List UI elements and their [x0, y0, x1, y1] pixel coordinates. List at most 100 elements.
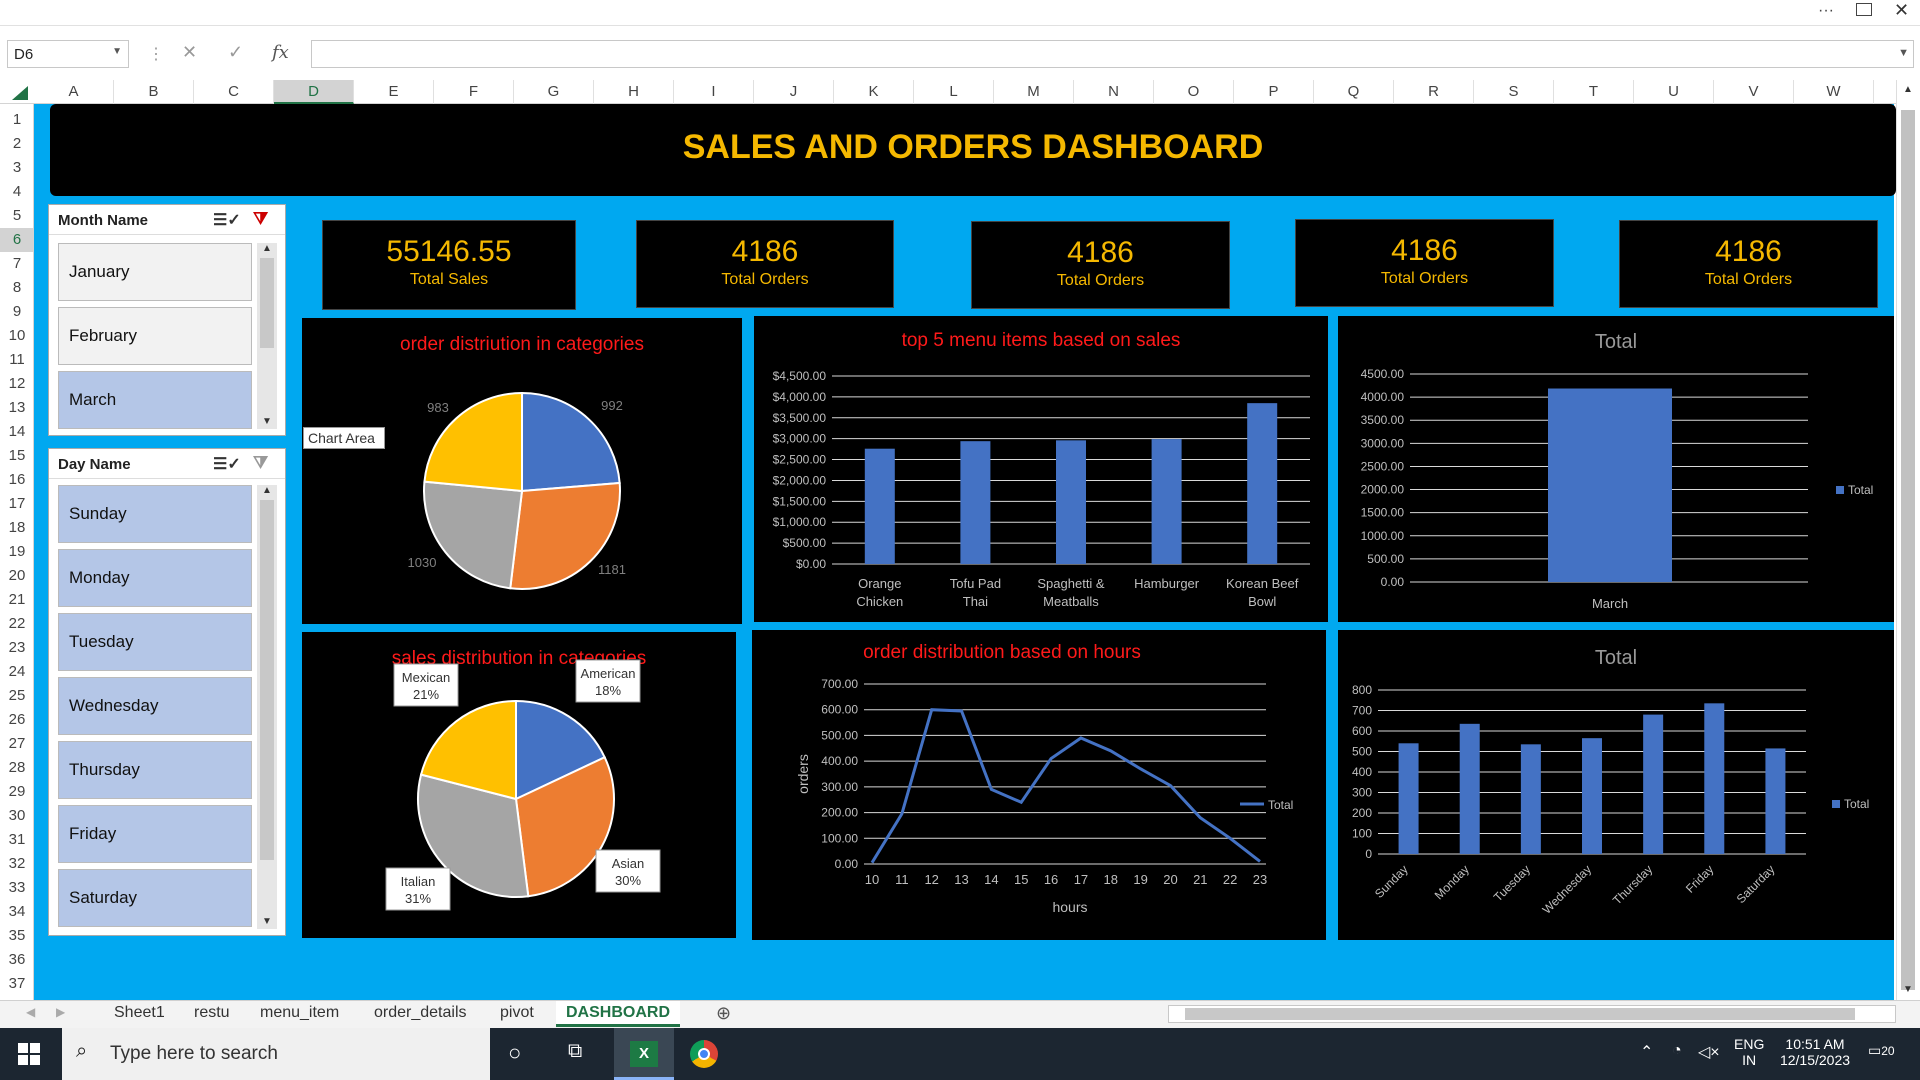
- select-all-icon[interactable]: [12, 86, 28, 100]
- column-header[interactable]: L: [914, 80, 994, 104]
- slicer-item-january[interactable]: January: [58, 243, 252, 301]
- chart-orders-by-hour[interactable]: order distribution based on hours 0.00 100…: [752, 630, 1326, 940]
- slicer-scrollbar[interactable]: ▲ ▼: [257, 243, 277, 429]
- column-header[interactable]: B: [114, 80, 194, 104]
- scroll-up-icon[interactable]: ▲: [1903, 84, 1913, 95]
- column-header[interactable]: R: [1394, 80, 1474, 104]
- row-header[interactable]: 32: [0, 852, 34, 876]
- expand-icon[interactable]: ▼: [1898, 47, 1909, 59]
- column-header[interactable]: H: [594, 80, 674, 104]
- multi-select-icon[interactable]: ☰✓: [213, 454, 241, 474]
- column-header[interactable]: F: [434, 80, 514, 104]
- column-header[interactable]: O: [1154, 80, 1234, 104]
- slicer-item-saturday[interactable]: Saturday: [58, 869, 252, 927]
- formula-input[interactable]: ▼: [311, 40, 1914, 68]
- row-header[interactable]: 16: [0, 468, 34, 492]
- column-header[interactable]: P: [1234, 80, 1314, 104]
- excel-taskbar-icon[interactable]: X: [614, 1028, 674, 1080]
- row-header[interactable]: 15: [0, 444, 34, 468]
- add-sheet-icon[interactable]: ⊕: [716, 1003, 731, 1024]
- row-header[interactable]: 10: [0, 324, 34, 348]
- slicer-item-march[interactable]: March: [58, 371, 252, 429]
- day-slicer[interactable]: Day Name ☰✓ ⧩ Sunday Monday Tuesday Wedn…: [48, 448, 286, 936]
- row-header[interactable]: 9: [0, 300, 34, 324]
- row-header[interactable]: 36: [0, 948, 34, 972]
- row-header[interactable]: 37: [0, 972, 34, 996]
- row-header[interactable]: 11: [0, 348, 34, 372]
- row-header[interactable]: 27: [0, 732, 34, 756]
- row-header[interactable]: 33: [0, 876, 34, 900]
- kpi-total-sales[interactable]: 55146.55 Total Sales: [322, 220, 576, 310]
- tab-pivot[interactable]: pivot: [490, 1001, 544, 1027]
- next-sheet-icon[interactable]: ▶: [56, 1005, 65, 1019]
- row-header[interactable]: 31: [0, 828, 34, 852]
- chevron-down-icon[interactable]: ▼: [112, 46, 122, 57]
- wifi-icon[interactable]: ◔: [1672, 1042, 1682, 1060]
- tab-menu-item[interactable]: menu_item: [250, 1001, 349, 1027]
- column-header[interactable]: S: [1474, 80, 1554, 104]
- row-header[interactable]: 6: [0, 228, 34, 252]
- chrome-icon[interactable]: [690, 1040, 718, 1068]
- row-header[interactable]: 22: [0, 612, 34, 636]
- column-header[interactable]: G: [514, 80, 594, 104]
- row-header[interactable]: 24: [0, 660, 34, 684]
- slicer-item-sunday[interactable]: Sunday: [58, 485, 252, 543]
- task-view-icon[interactable]: ⧉: [568, 1040, 582, 1063]
- tab-order-details[interactable]: order_details: [364, 1001, 477, 1027]
- close-icon[interactable]: ✕: [1894, 0, 1909, 21]
- slicer-item-tuesday[interactable]: Tuesday: [58, 613, 252, 671]
- column-header[interactable]: Q: [1314, 80, 1394, 104]
- row-header[interactable]: 20: [0, 564, 34, 588]
- row-header[interactable]: 28: [0, 756, 34, 780]
- clear-filter-icon[interactable]: ⧩: [253, 453, 268, 473]
- scroll-thumb[interactable]: [1901, 110, 1915, 990]
- column-header[interactable]: I: [674, 80, 754, 104]
- restore-icon[interactable]: [1856, 3, 1872, 16]
- row-header[interactable]: 21: [0, 588, 34, 612]
- row-header[interactable]: 26: [0, 708, 34, 732]
- volume-muted-icon[interactable]: ◁×: [1698, 1042, 1720, 1062]
- row-header[interactable]: 12: [0, 372, 34, 396]
- row-header[interactable]: 34: [0, 900, 34, 924]
- tab-dashboard[interactable]: DASHBOARD: [556, 1001, 680, 1027]
- enter-icon[interactable]: ✓: [228, 42, 243, 63]
- multi-select-icon[interactable]: ☰✓: [213, 210, 241, 230]
- kpi-total-orders[interactable]: 4186 Total Orders: [1295, 219, 1554, 307]
- chart-top-menu-items[interactable]: top 5 menu items based on sales $0.00 $500…: [754, 316, 1328, 622]
- chart-sales-category-pie[interactable]: sales distribution in categories American…: [302, 632, 736, 938]
- tab-restu[interactable]: restu: [184, 1001, 240, 1027]
- windows-start-icon[interactable]: [18, 1043, 40, 1065]
- kpi-total-orders[interactable]: 4186 Total Orders: [971, 221, 1230, 309]
- column-header[interactable]: E: [354, 80, 434, 104]
- clock[interactable]: 10:51 AM 12/15/2023: [1770, 1036, 1860, 1068]
- taskbar-search[interactable]: ⌕ Type here to search: [62, 1028, 490, 1080]
- chart-total-day[interactable]: Total 0 100 200 300 400 500 600 700 800 Sunday Mond…: [1338, 630, 1894, 940]
- row-header[interactable]: 23: [0, 636, 34, 660]
- more-options-icon[interactable]: ···: [1818, 2, 1834, 20]
- column-header[interactable]: D: [274, 80, 354, 104]
- column-header[interactable]: V: [1714, 80, 1794, 104]
- row-header[interactable]: 13: [0, 396, 34, 420]
- scroll-thumb[interactable]: [1185, 1008, 1855, 1020]
- horizontal-scrollbar[interactable]: [1168, 1005, 1896, 1023]
- chart-order-category-pie[interactable]: order distriution in categories 992 1181 10…: [302, 318, 742, 624]
- slicer-item-monday[interactable]: Monday: [58, 549, 252, 607]
- column-header[interactable]: T: [1554, 80, 1634, 104]
- row-header[interactable]: 3: [0, 156, 34, 180]
- row-header[interactable]: 4: [0, 180, 34, 204]
- kpi-total-orders[interactable]: 4186 Total Orders: [1619, 220, 1878, 308]
- row-header[interactable]: 8: [0, 276, 34, 300]
- row-header[interactable]: 35: [0, 924, 34, 948]
- row-header[interactable]: 5: [0, 204, 34, 228]
- column-header[interactable]: K: [834, 80, 914, 104]
- month-slicer[interactable]: Month Name ☰✓ ⧩ January February March ▲…: [48, 204, 286, 436]
- slicer-item-friday[interactable]: Friday: [58, 805, 252, 863]
- prev-sheet-icon[interactable]: ◀: [26, 1005, 35, 1019]
- language-indicator[interactable]: ENG IN: [1734, 1036, 1764, 1068]
- column-header[interactable]: W: [1794, 80, 1874, 104]
- column-header[interactable]: A: [34, 80, 114, 104]
- row-header[interactable]: 25: [0, 684, 34, 708]
- slicer-item-thursday[interactable]: Thursday: [58, 741, 252, 799]
- row-header[interactable]: 2: [0, 132, 34, 156]
- slicer-item-february[interactable]: February: [58, 307, 252, 365]
